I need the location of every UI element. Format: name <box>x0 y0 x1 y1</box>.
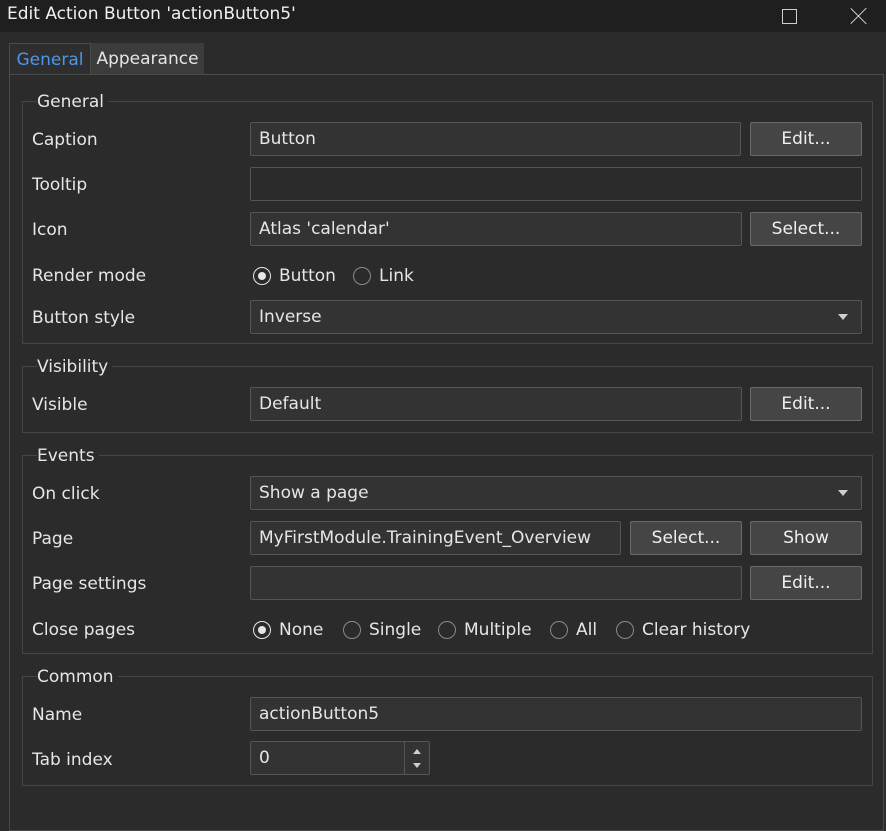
tooltip-input[interactable] <box>250 167 862 201</box>
render-mode-label: Render mode <box>32 266 147 286</box>
close-pages-label: Close pages <box>32 620 136 640</box>
tab-index-value: 0 <box>259 748 270 768</box>
render-mode-button-option[interactable]: Button <box>253 264 336 288</box>
render-mode-link-label: Link <box>379 266 414 286</box>
tab-general[interactable]: General <box>9 43 91 76</box>
caption-input[interactable]: Button <box>250 122 741 156</box>
tab-index-label: Tab index <box>32 750 113 770</box>
maximize-button[interactable] <box>766 0 812 32</box>
title-bar: Edit Action Button 'actionButton5' <box>0 0 886 32</box>
close-pages-single-label: Single <box>369 620 422 640</box>
chevron-down-icon[interactable] <box>413 763 421 768</box>
close-pages-none-label: None <box>279 620 324 640</box>
close-pages-multiple-label: Multiple <box>464 620 532 640</box>
on-click-dropdown[interactable]: Show a page <box>250 476 862 510</box>
visible-label: Visible <box>32 395 88 415</box>
button-style-value: Inverse <box>259 307 322 327</box>
visible-input[interactable]: Default <box>250 387 742 421</box>
maximize-icon <box>781 8 797 24</box>
close-pages-all-label: All <box>576 620 598 640</box>
radio-unchecked-icon <box>616 621 634 639</box>
render-mode-button-label: Button <box>279 266 336 286</box>
page-settings-input[interactable] <box>250 566 742 600</box>
common-group <box>22 676 873 786</box>
close-pages-all-option[interactable]: All <box>550 618 597 642</box>
close-pages-single-option[interactable]: Single <box>343 618 421 642</box>
close-icon <box>850 7 868 25</box>
caption-edit-button[interactable]: Edit... <box>750 122 862 156</box>
icon-input[interactable]: Atlas 'calendar' <box>250 212 742 246</box>
page-select-button[interactable]: Select... <box>630 521 742 555</box>
page-input[interactable]: MyFirstModule.TrainingEvent_Overview <box>250 521 621 555</box>
button-style-dropdown[interactable]: Inverse <box>250 300 862 334</box>
page-label: Page <box>32 529 74 549</box>
render-mode-link-option[interactable]: Link <box>353 264 414 288</box>
general-group-title: General <box>37 90 108 114</box>
chevron-up-icon[interactable] <box>413 749 421 754</box>
chevron-down-icon <box>838 490 848 496</box>
tooltip-label: Tooltip <box>32 175 88 195</box>
radio-unchecked-icon <box>438 621 456 639</box>
window-title: Edit Action Button 'actionButton5' <box>7 4 296 24</box>
radio-unchecked-icon <box>343 621 361 639</box>
visibility-group-title: Visibility <box>37 355 113 379</box>
radio-checked-icon <box>253 267 271 285</box>
on-click-value: Show a page <box>259 483 369 503</box>
close-pages-clear-history-option[interactable]: Clear history <box>616 618 750 642</box>
name-label: Name <box>32 705 83 725</box>
visible-edit-button[interactable]: Edit... <box>750 387 862 421</box>
radio-unchecked-icon <box>353 267 371 285</box>
events-group-title: Events <box>37 444 99 468</box>
close-pages-none-option[interactable]: None <box>253 618 323 642</box>
icon-select-button[interactable]: Select... <box>750 212 862 246</box>
tab-index-spinner[interactable] <box>404 742 429 775</box>
tab-appearance[interactable]: Appearance <box>91 43 204 75</box>
radio-unchecked-icon <box>550 621 568 639</box>
on-click-label: On click <box>32 484 100 504</box>
close-button[interactable] <box>836 0 882 32</box>
chevron-down-icon <box>838 314 848 320</box>
radio-checked-icon <box>253 621 271 639</box>
close-pages-clear-history-label: Clear history <box>642 620 751 640</box>
button-style-label: Button style <box>32 308 136 328</box>
page-settings-label: Page settings <box>32 574 147 594</box>
close-pages-multiple-option[interactable]: Multiple <box>438 618 532 642</box>
page-show-button[interactable]: Show <box>750 521 862 555</box>
page-settings-edit-button[interactable]: Edit... <box>750 566 862 600</box>
common-group-title: Common <box>37 665 118 689</box>
caption-label: Caption <box>32 130 98 150</box>
name-input[interactable]: actionButton5 <box>250 697 862 731</box>
tab-index-stepper[interactable]: 0 <box>250 741 430 775</box>
icon-label: Icon <box>32 220 68 240</box>
